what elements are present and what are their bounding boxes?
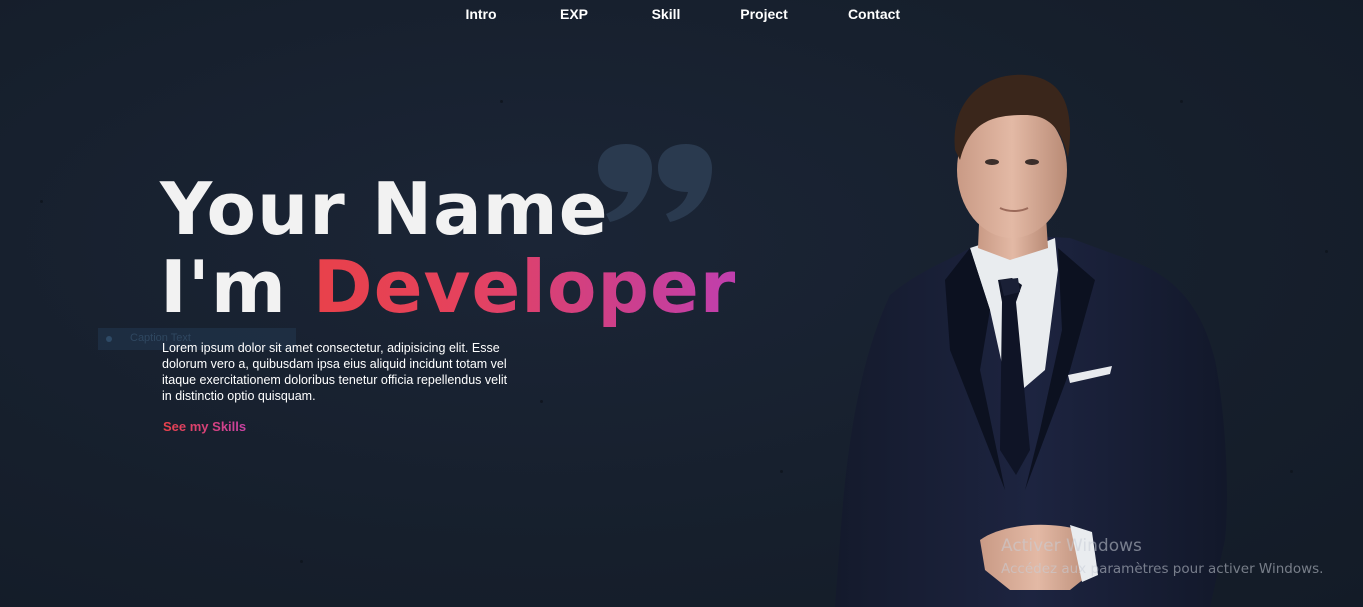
background-speck xyxy=(500,100,503,103)
background-speck xyxy=(1325,250,1328,253)
portfolio-page: Intro EXP Skill Project Contact Your Nam… xyxy=(0,0,1363,607)
background-speck xyxy=(40,200,43,203)
nav-link-skill[interactable]: Skill xyxy=(636,6,696,22)
nav-link-intro[interactable]: Intro xyxy=(451,6,511,22)
hero-role: Developer xyxy=(312,245,737,329)
background-speck xyxy=(780,470,783,473)
background-speck xyxy=(540,400,543,403)
nav-link-exp[interactable]: EXP xyxy=(544,6,604,22)
hero-role-line: I'm Developer xyxy=(160,248,736,326)
caption-dot-icon xyxy=(106,336,112,342)
nav-link-project[interactable]: Project xyxy=(724,6,804,22)
hero-name: Your Name xyxy=(160,167,609,251)
windows-activation-watermark: Activer Windows Accédez aux paramètres p… xyxy=(1001,536,1323,577)
hero-role-prefix: I'm xyxy=(160,245,313,329)
background-speck xyxy=(300,560,303,563)
main-nav: Intro EXP Skill Project Contact xyxy=(451,6,914,22)
hero-description: Lorem ipsum dolor sit amet consectetur, … xyxy=(162,341,508,403)
watermark-subtitle: Accédez aux paramètres pour activer Wind… xyxy=(1001,561,1324,577)
hero-headline: Your Name I'm Developer xyxy=(160,170,736,326)
background-speck xyxy=(1290,470,1293,473)
nav-link-contact[interactable]: Contact xyxy=(834,6,914,22)
developer-portrait xyxy=(835,74,1227,607)
see-skills-button[interactable]: See my Skills xyxy=(163,419,246,434)
watermark-title: Activer Windows xyxy=(1001,536,1142,556)
